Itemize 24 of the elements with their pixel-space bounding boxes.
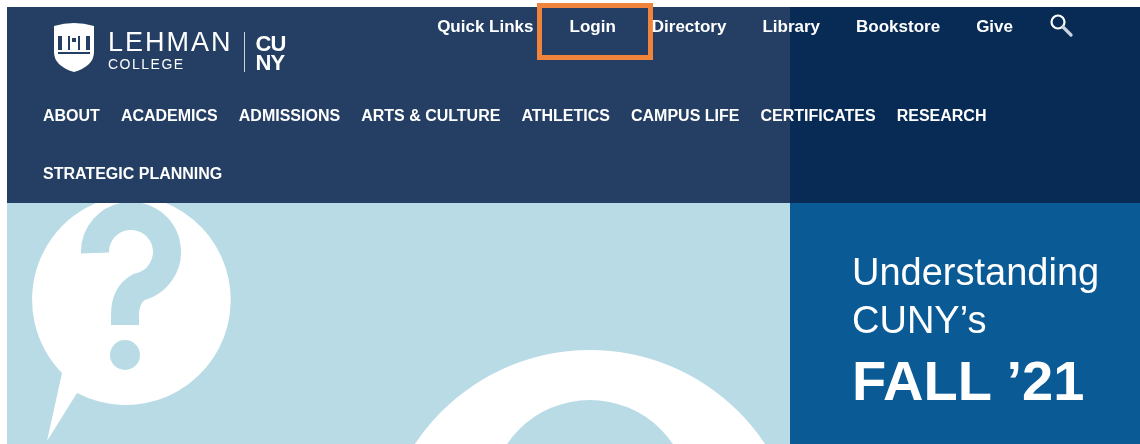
nav-link[interactable]: ADMISSIONS	[238, 87, 341, 145]
nav-link[interactable]: STRATEGIC PLANNING	[43, 145, 223, 203]
quick-link[interactable]: Login	[536, 3, 653, 60]
nav-link[interactable]: ABOUT	[43, 87, 100, 145]
logo-title: LEHMAN	[108, 28, 233, 56]
nav-link[interactable]: RESEARCH	[896, 87, 987, 145]
logo-subtitle: COLLEGE	[108, 56, 186, 72]
partner-logo-bottom: NY	[255, 53, 286, 72]
promo-headline: CUNY’s	[852, 298, 988, 343]
nav-link[interactable]: ATHLETICS	[521, 87, 610, 145]
partner-logo-top: CU	[255, 34, 286, 53]
search-icon[interactable]	[1049, 13, 1073, 37]
nav-link[interactable]: CAMPUS LIFE	[630, 87, 740, 145]
quick-link[interactable]: Directory	[651, 17, 727, 37]
nav-link[interactable]: ARTS & CULTURE	[361, 87, 501, 145]
quick-link[interactable]: Library	[762, 17, 821, 37]
nav-link[interactable]: ACADEMICS	[120, 87, 218, 145]
quick-link[interactable]: Give	[976, 17, 1013, 37]
quick-link[interactable]: Quick Links	[437, 17, 534, 37]
promo-headline: FALL ’21	[852, 350, 1086, 412]
nav-link[interactable]: CERTIFICATES	[760, 87, 876, 145]
quick-link[interactable]: Bookstore	[856, 17, 941, 37]
shield-building-icon	[52, 22, 96, 72]
promo-headline: Understanding	[852, 250, 1101, 295]
